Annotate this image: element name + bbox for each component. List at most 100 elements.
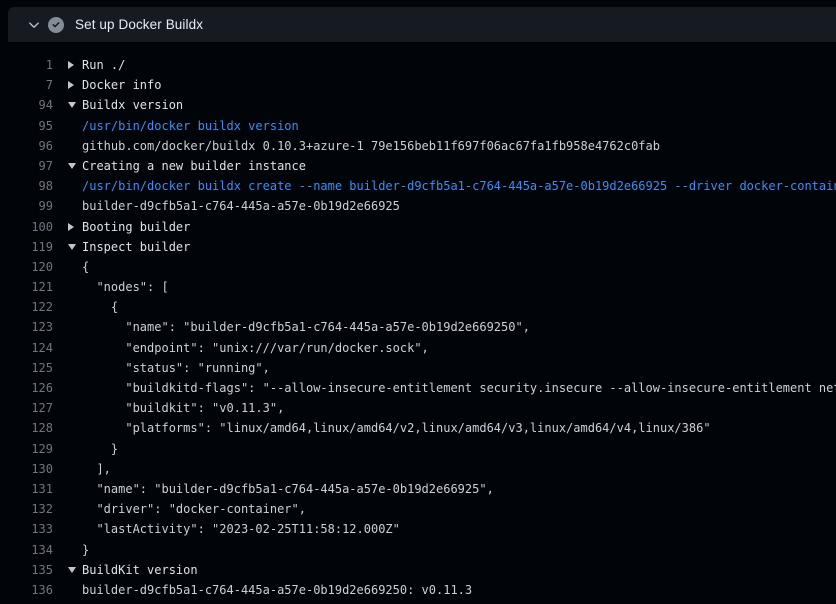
triangle-down-icon[interactable]: [68, 163, 76, 169]
triangle-down-icon[interactable]: [68, 102, 76, 108]
check-circle-icon: [48, 17, 64, 33]
line-number[interactable]: 135: [0, 560, 53, 580]
gutter: [53, 479, 82, 499]
line-number[interactable]: 136: [0, 580, 53, 600]
log-line: 95/usr/bin/docker buildx version: [0, 116, 836, 136]
line-number[interactable]: 133: [0, 519, 53, 539]
step-title: Set up Docker Buildx: [75, 17, 203, 32]
log-group-line[interactable]: 1 Run ./: [0, 55, 836, 75]
log-line: 122 {: [0, 297, 836, 317]
log-line: 133 "lastActivity": "2023-02-25T11:58:12…: [0, 519, 836, 539]
triangle-down-icon[interactable]: [68, 244, 76, 250]
line-number[interactable]: 129: [0, 439, 53, 459]
line-number[interactable]: 96: [0, 136, 53, 156]
gutter: [53, 338, 82, 358]
triangle-down-icon[interactable]: [68, 567, 76, 573]
group-title: Run ./: [82, 55, 125, 75]
log-line: 136 builder-d9cfb5a1-c764-445a-a57e-0b19d…: [0, 580, 836, 600]
gutter: [53, 237, 82, 257]
line-number[interactable]: 123: [0, 317, 53, 337]
line-number[interactable]: 132: [0, 499, 53, 519]
log-group-line[interactable]: 119 Inspect builder: [0, 237, 836, 257]
log-text: "platforms": "linux/amd64,linux/amd64/v2…: [82, 418, 711, 438]
gutter: [53, 398, 82, 418]
step-header[interactable]: Set up Docker Buildx: [8, 7, 836, 42]
line-number[interactable]: 7: [0, 75, 53, 95]
group-title: Buildx version: [82, 95, 183, 115]
gutter: [53, 418, 82, 438]
log-line: 120{: [0, 257, 836, 277]
line-number[interactable]: 127: [0, 398, 53, 418]
triangle-right-icon[interactable]: [68, 223, 74, 231]
log-line: 99 builder-d9cfb5a1-c764-445a-a57e-0b19d2…: [0, 196, 836, 216]
gutter: [53, 95, 82, 115]
line-number[interactable]: 126: [0, 378, 53, 398]
log-group-line[interactable]: 135BuildKit version: [0, 560, 836, 580]
line-number[interactable]: 94: [0, 95, 53, 115]
line-number[interactable]: 99: [0, 196, 53, 216]
log-text: "name": "builder-d9cfb5a1-c764-445a-a57e…: [82, 479, 494, 499]
log-line: 121 "nodes": [: [0, 277, 836, 297]
log-line: 124 "endpoint": "unix:///var/run/docker.…: [0, 338, 836, 358]
log-line: 96github.com/docker/buildx 0.10.3+azure-…: [0, 136, 836, 156]
gutter: [53, 257, 82, 277]
log-text: builder-d9cfb5a1-c764-445a-a57e-0b19d2e6…: [82, 580, 472, 600]
line-number[interactable]: 124: [0, 338, 53, 358]
log-text: "buildkitd-flags": "--allow-insecure-ent…: [82, 378, 836, 398]
log-text: }: [82, 439, 118, 459]
line-number[interactable]: 131: [0, 479, 53, 499]
line-number[interactable]: 130: [0, 459, 53, 479]
gutter: [53, 136, 82, 156]
log-text: ],: [82, 459, 111, 479]
log-text: {: [82, 297, 118, 317]
triangle-right-icon[interactable]: [68, 81, 74, 89]
log-group-line[interactable]: 100Booting builder: [0, 217, 836, 237]
log-group-line[interactable]: 97 Creating a new builder instance: [0, 156, 836, 176]
gutter: [53, 176, 82, 196]
log-line: 130 ],: [0, 459, 836, 479]
line-number[interactable]: 128: [0, 418, 53, 438]
log-text: "buildkit": "v0.11.3",: [82, 398, 284, 418]
line-number[interactable]: 120: [0, 257, 53, 277]
line-number[interactable]: 121: [0, 277, 53, 297]
chevron-down-icon[interactable]: [26, 17, 42, 33]
gutter: [53, 540, 82, 560]
group-title: Inspect builder: [82, 237, 190, 257]
log-group-line[interactable]: 7 Docker info: [0, 75, 836, 95]
line-number[interactable]: 97: [0, 156, 53, 176]
log-line: 127 "buildkit": "v0.11.3",: [0, 398, 836, 418]
log-line: 134}: [0, 540, 836, 560]
line-number[interactable]: 1: [0, 55, 53, 75]
line-number[interactable]: 119: [0, 237, 53, 257]
group-title: Creating a new builder instance: [82, 156, 306, 176]
log-line: 131 "name": "builder-d9cfb5a1-c764-445a-…: [0, 479, 836, 499]
gutter: [53, 277, 82, 297]
log-text: "driver": "docker-container",: [82, 499, 306, 519]
gutter: [53, 499, 82, 519]
log-lines: 1Run ./7Docker info94Buildx version95/us…: [0, 42, 836, 600]
log-text: builder-d9cfb5a1-c764-445a-a57e-0b19d2e6…: [82, 196, 400, 216]
log-line: 129 }: [0, 439, 836, 459]
line-number[interactable]: 122: [0, 297, 53, 317]
log-line: 98/usr/bin/docker buildx create --name b…: [0, 176, 836, 196]
gutter: [53, 459, 82, 479]
actions-log-viewer: Set up Docker Buildx 1 Run ./ 7 Docker info…: [0, 7, 836, 604]
line-number[interactable]: 95: [0, 116, 53, 136]
log-text: "status": "running",: [82, 358, 270, 378]
gutter: [53, 519, 82, 539]
line-number[interactable]: 100: [0, 217, 53, 237]
line-number[interactable]: 134: [0, 540, 53, 560]
gutter: [53, 317, 82, 337]
line-number[interactable]: 98: [0, 176, 53, 196]
gutter: [53, 196, 82, 216]
line-number[interactable]: 125: [0, 358, 53, 378]
log-text: "endpoint": "unix:///var/run/docker.sock…: [82, 338, 429, 358]
log-line: 128 "platforms": "linux/amd64,linux/amd6…: [0, 418, 836, 438]
log-group-line[interactable]: 94 Buildx version: [0, 95, 836, 115]
group-title: Docker info: [82, 75, 161, 95]
command-text: /usr/bin/docker buildx create --name bui…: [82, 176, 836, 196]
triangle-right-icon[interactable]: [68, 61, 74, 69]
gutter: [53, 116, 82, 136]
gutter: [53, 378, 82, 398]
gutter: [53, 439, 82, 459]
